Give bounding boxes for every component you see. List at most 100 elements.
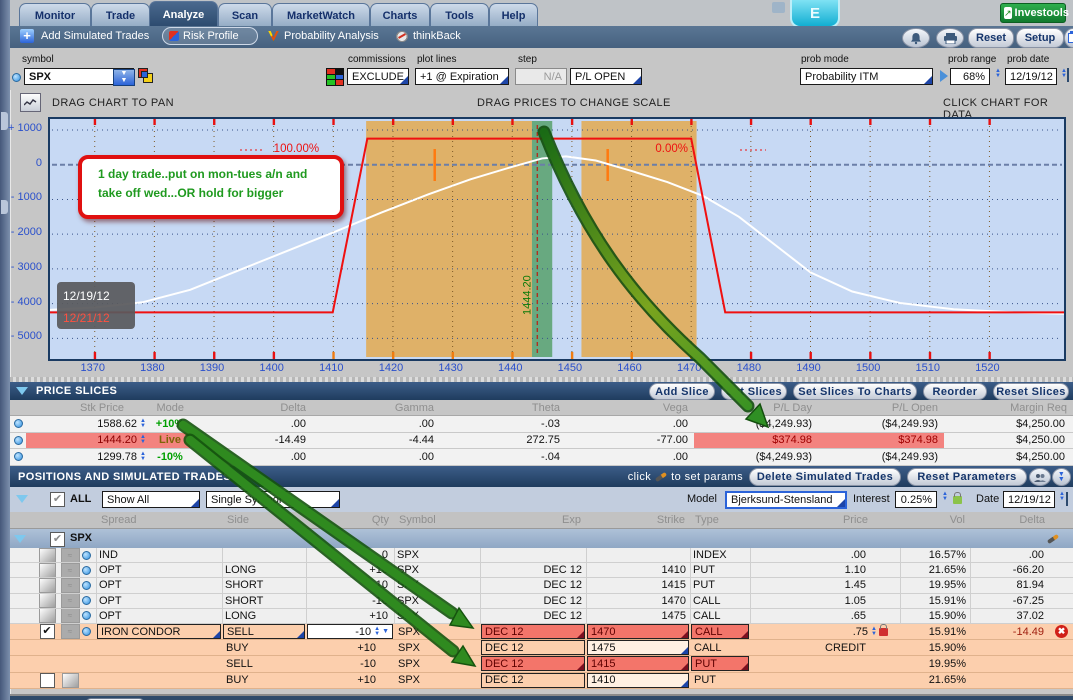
detach-window-button[interactable] [1064,28,1073,48]
group-checkbox[interactable]: ✔ [50,532,65,547]
tab-charts[interactable]: Charts [370,3,430,27]
col-header-sp[interactable] [58,512,82,528]
delete-trade-icon[interactable]: ✖ [1055,625,1068,638]
col-header-Margin Req[interactable]: Margin Req [944,400,1073,415]
strike-select[interactable]: 1475 [587,640,689,655]
single-symbol-select[interactable]: Single Symbol [206,491,340,508]
stk-price-stepper[interactable]: ▲▼ [140,452,146,462]
interest-input[interactable]: 0.25% [895,491,937,508]
col-header-sp[interactable] [36,512,58,528]
spread-cell[interactable]: OPT [96,578,222,592]
tab-tools[interactable]: Tools [430,3,489,27]
accounts-button[interactable] [1029,468,1051,486]
checkbox-cell[interactable] [36,656,58,671]
side-cell[interactable]: SELL [222,656,306,671]
stk-price-stepper[interactable]: ▲▼ [140,435,146,445]
row-style-cell[interactable] [36,548,58,562]
spread-cell[interactable]: OPT [96,594,222,608]
qty-dropdown-icon[interactable]: ▼ [382,628,389,635]
wrench-icon[interactable] [1047,534,1059,544]
type-cell[interactable]: CALL [690,624,750,639]
slice-dot[interactable] [10,449,26,465]
prob-range-stepper[interactable]: ▲▼ [995,69,1001,79]
col-header-Stk Price[interactable]: Stk Price [26,400,150,415]
row-chart-cell[interactable]: ≈ [58,624,82,639]
col-header-Spread[interactable]: Spread [96,512,222,528]
stk-price-cell[interactable]: 1588.62▲▼ [26,416,150,432]
exp-cell[interactable]: DEC 12 [480,673,586,688]
mode-cell[interactable]: Live [150,433,190,449]
collapse-triangle-icon[interactable] [16,387,28,395]
linked-color-squares-icon[interactable] [138,68,152,82]
tab-marketwatch[interactable]: MarketWatch [272,3,370,27]
col-header-Strike[interactable]: Strike [586,512,690,528]
exp-cell[interactable]: DEC 12 [480,624,586,639]
collapse-triangle-icon[interactable] [14,535,26,543]
all-checkbox[interactable]: ✔ [50,492,65,507]
trade-checkbox[interactable] [40,673,55,688]
setup-button[interactable]: Setup [1016,28,1064,48]
plot-lines-select[interactable]: +1 @ Expiration [415,68,509,85]
stk-price-cell[interactable]: 1444.20▲▼ [26,433,150,449]
stk-price-cell[interactable]: 1299.78▲▼ [26,449,150,465]
col-header-Delta[interactable]: Delta [190,400,312,415]
row-style-cell[interactable] [36,563,58,577]
slices-button-set-slices-to-charts[interactable]: Set Slices To Charts [793,383,917,400]
col-header-sp[interactable] [890,512,900,528]
col-header-Gamma[interactable]: Gamma [312,400,440,415]
strike-cell[interactable]: 1410 [586,673,690,688]
qty-input[interactable]: -10▲▼▼ [307,624,393,639]
prob-range-input[interactable]: 68% [950,68,990,85]
strike-cell[interactable]: 1415 [586,656,690,671]
stk-price-stepper[interactable]: ▲▼ [140,419,146,429]
col-header-Symbol[interactable]: Symbol [394,512,480,528]
spread-cell[interactable] [96,640,222,655]
row-chart-cell[interactable]: ≈ [58,548,82,562]
exp-select[interactable]: DEC 12 [481,624,585,639]
row-chart-cell[interactable]: ≈ [58,578,82,592]
reset-parameters-button[interactable]: Reset Parameters [907,468,1027,486]
type-select[interactable]: PUT [691,656,749,671]
checkbox-cell[interactable] [36,673,58,688]
col-header-sp[interactable] [10,512,36,528]
exp-select[interactable]: DEC 12 [481,656,585,671]
price-cell[interactable] [750,673,890,688]
prob-mode-select[interactable]: Probability ITM [800,68,933,85]
row-chart-cell[interactable]: ≈ [58,594,82,608]
add-simulated-trades-button[interactable]: Add Simulated Trades [41,30,149,42]
price-cell[interactable]: CREDIT [750,640,890,655]
interest-stepper[interactable]: ▲▼ [942,492,948,502]
row-chart-cell[interactable]: ≈ [58,609,82,623]
risk-profile-tool-active[interactable]: Risk Profile [162,27,258,45]
slices-button-reorder[interactable]: Reorder [923,383,987,400]
slices-button-add-slice[interactable]: Add Slice [649,383,715,400]
pl-mode-select[interactable]: P/L OPEN [570,68,642,85]
checkbox-cell[interactable]: ✔ [36,624,58,639]
col-header-dot[interactable] [10,400,26,415]
col-header-Price[interactable]: Price [750,512,890,528]
strike-select[interactable]: 1415 [587,656,689,671]
checkbox-cell[interactable] [36,640,58,655]
col-header-Vol[interactable]: Vol [900,512,970,528]
exp-cell[interactable]: DEC 12 [480,656,586,671]
spread-cell[interactable] [96,656,222,671]
col-header-Mode[interactable]: Mode [150,400,190,415]
spread-cell[interactable]: OPT [96,563,222,577]
spread-cell[interactable]: IRON CONDOR [96,624,222,639]
prob-date-input[interactable]: 12/19/12 [1005,68,1057,85]
row-style-cell[interactable] [36,609,58,623]
thinkback-button[interactable]: thinkBack [396,30,461,42]
mode-cell[interactable]: +10% [150,416,190,432]
slice-dot[interactable] [10,416,26,432]
qty-cell[interactable]: +10 [306,673,394,688]
spread-cell[interactable] [96,673,222,688]
tab-scan[interactable]: Scan [218,3,272,27]
row-chart-cell[interactable] [58,673,82,688]
qty-cell[interactable]: -10▲▼▼ [306,624,394,639]
strike-cell[interactable]: 1470 [586,624,690,639]
chart-style-button[interactable] [20,93,41,112]
side-select[interactable]: SELL [223,624,305,639]
action-cell[interactable]: ✖ [1050,624,1073,639]
col-header-sp[interactable] [82,512,96,528]
exp-cell[interactable]: DEC 12 [480,640,586,655]
